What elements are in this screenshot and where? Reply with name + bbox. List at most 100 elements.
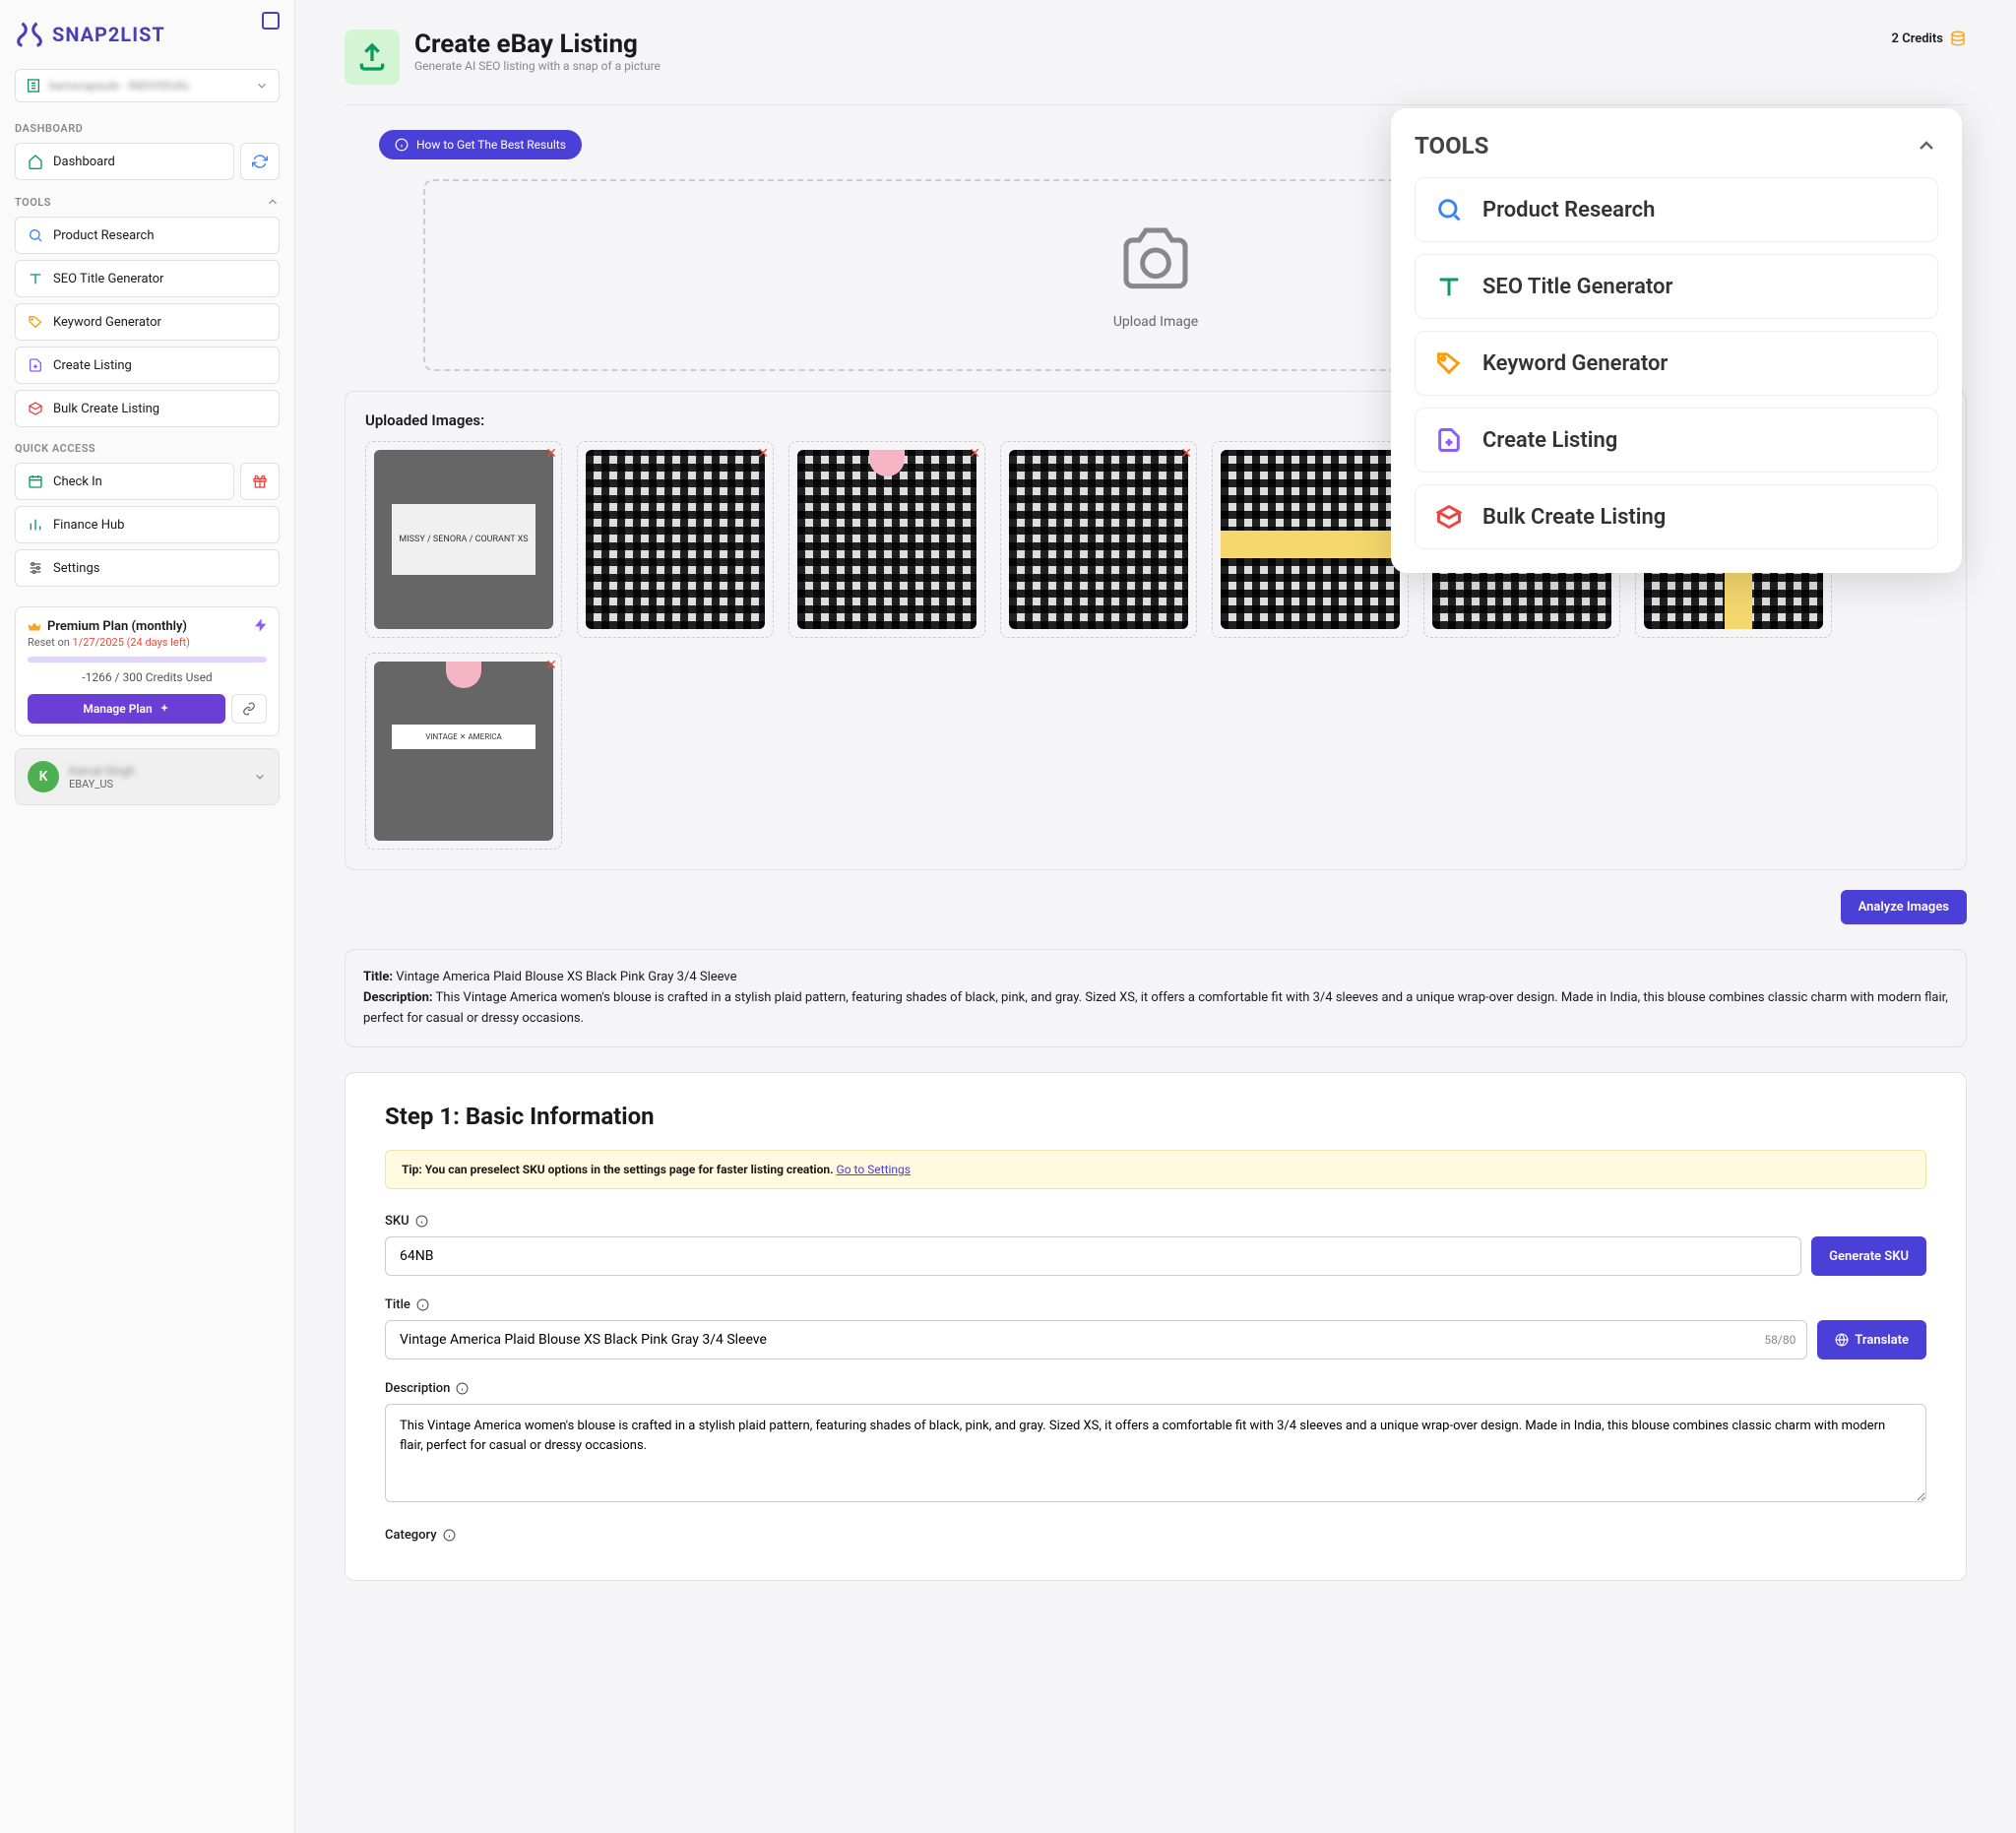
link-icon xyxy=(242,702,256,716)
file-plus-icon xyxy=(1435,426,1463,454)
sku-label: SKU xyxy=(385,1214,1926,1229)
page-title: Create eBay Listing xyxy=(414,30,661,59)
chart-icon xyxy=(28,517,43,533)
upload-icon xyxy=(356,41,388,73)
nav-label: Finance Hub xyxy=(53,518,124,533)
thumbnail[interactable]: ✕ xyxy=(788,441,985,638)
nav-product-research[interactable]: Product Research xyxy=(15,217,280,254)
refresh-button[interactable] xyxy=(240,143,280,180)
coins-icon xyxy=(1949,30,1967,47)
tag-icon xyxy=(28,314,43,330)
popup-create-listing[interactable]: Create Listing xyxy=(1415,408,1938,473)
thumbnail[interactable]: ✕VINTAGE ✕ AMERICA xyxy=(365,653,562,850)
account-selector[interactable]: kamscapsule - INDIVIDUAL xyxy=(15,69,280,102)
sliders-icon xyxy=(28,560,43,576)
description-input[interactable] xyxy=(385,1404,1926,1502)
plan-progress xyxy=(28,657,267,663)
camera-icon xyxy=(1111,221,1200,299)
tip-banner: Tip: You can preselect SKU options in th… xyxy=(385,1150,1926,1189)
manage-plan-button[interactable]: Manage Plan xyxy=(28,694,225,724)
nav-bulk-create[interactable]: Bulk Create Listing xyxy=(15,390,280,427)
nav-label: Keyword Generator xyxy=(53,315,161,330)
user-card[interactable]: K Kamal Singh EBAY_US xyxy=(15,748,280,805)
chevron-up-icon xyxy=(266,195,280,209)
remove-icon[interactable]: ✕ xyxy=(969,446,980,462)
nav-dashboard[interactable]: Dashboard xyxy=(15,143,234,180)
tag-icon xyxy=(1435,349,1463,377)
nav-label: Bulk Create Listing xyxy=(53,402,159,416)
popup-keyword[interactable]: Keyword Generator xyxy=(1415,331,1938,396)
plan-credits: -1266 / 300 Credits Used xyxy=(28,670,267,684)
page-subtitle: Generate AI SEO listing with a snap of a… xyxy=(414,59,661,73)
info-icon xyxy=(395,138,409,152)
user-name: Kamal Singh xyxy=(69,764,243,778)
text-icon xyxy=(28,271,43,286)
avatar: K xyxy=(28,761,59,792)
settings-link[interactable]: Go to Settings xyxy=(837,1163,911,1176)
popup-bulk-create[interactable]: Bulk Create Listing xyxy=(1415,484,1938,549)
translate-button[interactable]: Translate xyxy=(1817,1320,1926,1359)
step-card: Step 1: Basic Information Tip: You can p… xyxy=(345,1072,1967,1581)
calendar-icon xyxy=(28,474,43,489)
thumbnail[interactable]: ✕MISSY / SENORA / COURANT XS xyxy=(365,441,562,638)
popup-seo-title[interactable]: SEO Title Generator xyxy=(1415,254,1938,319)
plan-reset: Reset on 1/27/2025 (24 days left) xyxy=(28,636,267,649)
section-tools[interactable]: TOOLS xyxy=(15,195,280,209)
remove-icon[interactable]: ✕ xyxy=(757,446,769,462)
remove-icon[interactable]: ✕ xyxy=(1180,446,1192,462)
title-label: Title xyxy=(385,1297,1926,1312)
home-icon xyxy=(28,154,43,169)
gift-icon xyxy=(252,474,268,489)
sku-input[interactable] xyxy=(385,1236,1801,1276)
nav-label: Dashboard xyxy=(53,155,115,169)
section-dashboard: DASHBOARD xyxy=(15,122,280,135)
analyze-button[interactable]: Analyze Images xyxy=(1841,890,1967,924)
description-label: Description xyxy=(385,1381,1926,1396)
link-button[interactable] xyxy=(231,694,267,724)
popup-product-research[interactable]: Product Research xyxy=(1415,177,1938,242)
generate-sku-button[interactable]: Generate SKU xyxy=(1811,1236,1926,1276)
nav-label: Settings xyxy=(53,561,99,576)
text-icon xyxy=(1435,273,1463,300)
thumbnail[interactable]: ✕ xyxy=(1000,441,1197,638)
info-icon xyxy=(416,1298,429,1311)
logo-text: SNAP2LIST xyxy=(52,23,165,46)
nav-label: Product Research xyxy=(53,228,155,243)
info-icon xyxy=(415,1215,428,1228)
nav-finance[interactable]: Finance Hub xyxy=(15,506,280,543)
main-content: Create eBay Listing Generate AI SEO list… xyxy=(295,0,2016,1833)
credits-badge: 2 Credits xyxy=(1892,30,1967,47)
nav-keyword[interactable]: Keyword Generator xyxy=(15,303,280,341)
gift-button[interactable] xyxy=(240,463,280,500)
page-header: Create eBay Listing Generate AI SEO list… xyxy=(345,30,1967,105)
user-sub: EBAY_US xyxy=(69,778,243,790)
page-icon xyxy=(345,30,400,85)
nav-label: Check In xyxy=(53,474,102,489)
nav-create-listing[interactable]: Create Listing xyxy=(15,347,280,384)
remove-icon[interactable]: ✕ xyxy=(545,446,557,462)
nav-checkin[interactable]: Check In xyxy=(15,463,234,500)
result-card: Title: Vintage America Plaid Blouse XS B… xyxy=(345,949,1967,1047)
refresh-icon xyxy=(252,154,268,169)
account-name: kamscapsule - INDIVIDUAL xyxy=(49,79,247,93)
nav-seo-title[interactable]: SEO Title Generator xyxy=(15,260,280,297)
nav-settings[interactable]: Settings xyxy=(15,549,280,587)
how-to-button[interactable]: How to Get The Best Results xyxy=(379,130,582,159)
title-input[interactable] xyxy=(385,1320,1807,1359)
thumbnail[interactable]: ✕ xyxy=(577,441,774,638)
plan-card: Premium Plan (monthly) Reset on 1/27/202… xyxy=(15,606,280,736)
logo: SNAP2LIST xyxy=(15,20,280,49)
section-quick: QUICK ACCESS xyxy=(15,442,280,455)
thumbnail[interactable]: ✕ xyxy=(1212,441,1409,638)
search-icon xyxy=(28,227,43,243)
search-icon xyxy=(1435,196,1463,223)
tools-popup-title: TOOLS xyxy=(1415,132,1488,159)
nav-label: Create Listing xyxy=(53,358,132,373)
chevron-down-icon xyxy=(255,79,269,93)
building-icon xyxy=(26,78,41,94)
title-counter: 58/80 xyxy=(1764,1333,1796,1347)
lightning-icon xyxy=(253,617,269,633)
chevron-up-icon[interactable] xyxy=(1915,134,1938,158)
logo-icon xyxy=(15,20,44,49)
remove-icon[interactable]: ✕ xyxy=(545,658,557,673)
